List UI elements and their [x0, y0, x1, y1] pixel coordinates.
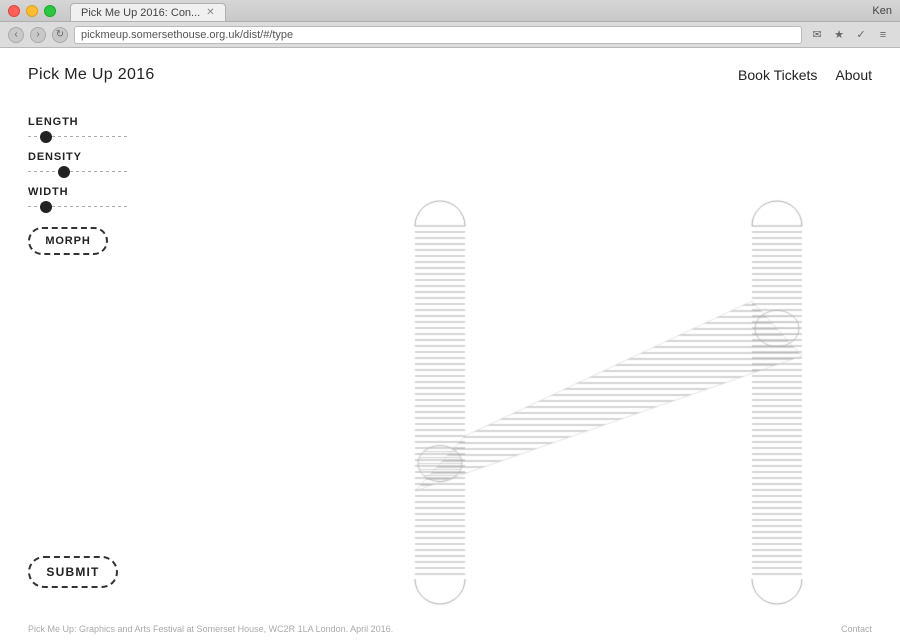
submit-button[interactable]: SUBMIT — [28, 556, 118, 588]
os-chrome: Pick Me Up 2016: Con... ✕ Ken ‹ › ↻ pick… — [0, 0, 900, 640]
density-slider-track[interactable] — [28, 171, 128, 172]
url-text: pickmeup.somersethouse.org.uk/dist/#/typ… — [81, 29, 293, 41]
controls-panel: LENGTH DENSITY WIDTH — [0, 96, 160, 628]
user-name: Ken — [872, 5, 892, 17]
bookmark-icon[interactable]: ★ — [830, 26, 848, 44]
site-title: Pick Me Up 2016 — [28, 66, 155, 84]
nav-book-tickets[interactable]: Book Tickets — [738, 67, 817, 83]
refresh-button[interactable]: ↻ — [52, 27, 68, 43]
back-button[interactable]: ‹ — [8, 27, 24, 43]
width-label: WIDTH — [28, 186, 132, 198]
close-button[interactable] — [8, 5, 20, 17]
nav-about[interactable]: About — [835, 67, 872, 83]
length-label: LENGTH — [28, 116, 132, 128]
url-bar[interactable]: pickmeup.somersethouse.org.uk/dist/#/typ… — [74, 26, 802, 44]
density-control: DENSITY — [28, 151, 132, 172]
density-label: DENSITY — [28, 151, 132, 163]
length-control: LENGTH — [28, 116, 132, 137]
traffic-lights — [8, 5, 56, 17]
morph-button[interactable]: MORPH — [28, 227, 108, 255]
canvas-area — [160, 96, 900, 628]
toolbar-icons: ✉ ★ ✓ ≡ — [808, 26, 892, 44]
webpage: Pick Me Up 2016 Book Tickets About LENGT… — [0, 48, 900, 640]
browser-tab[interactable]: Pick Me Up 2016: Con... ✕ — [70, 3, 226, 21]
density-slider-thumb[interactable] — [58, 166, 70, 178]
tab-close-icon[interactable]: ✕ — [206, 7, 214, 18]
mail-icon[interactable]: ✉ — [808, 26, 826, 44]
letter-canvas — [160, 96, 900, 628]
width-slider-track[interactable] — [28, 206, 128, 207]
main-content: LENGTH DENSITY WIDTH — [0, 96, 900, 628]
tab-label: Pick Me Up 2016: Con... — [81, 7, 200, 19]
forward-button[interactable]: › — [30, 27, 46, 43]
menu-icon[interactable]: ≡ — [874, 26, 892, 44]
length-slider-thumb[interactable] — [40, 131, 52, 143]
width-control: WIDTH — [28, 186, 132, 207]
minimize-button[interactable] — [26, 5, 38, 17]
footer-contact[interactable]: Contact — [841, 624, 872, 634]
maximize-button[interactable] — [44, 5, 56, 17]
site-header: Pick Me Up 2016 Book Tickets About — [0, 48, 900, 96]
address-bar: ‹ › ↻ pickmeup.somersethouse.org.uk/dist… — [0, 22, 900, 48]
title-bar: Pick Me Up 2016: Con... ✕ Ken — [0, 0, 900, 22]
site-nav: Book Tickets About — [738, 67, 872, 83]
site-footer: Pick Me Up: Graphics and Arts Festival a… — [0, 618, 900, 640]
length-slider-track[interactable] — [28, 136, 128, 137]
tab-bar: Pick Me Up 2016: Con... ✕ — [70, 0, 226, 21]
width-slider-thumb[interactable] — [40, 201, 52, 213]
footer-text: Pick Me Up: Graphics and Arts Festival a… — [28, 624, 393, 634]
check-icon[interactable]: ✓ — [852, 26, 870, 44]
